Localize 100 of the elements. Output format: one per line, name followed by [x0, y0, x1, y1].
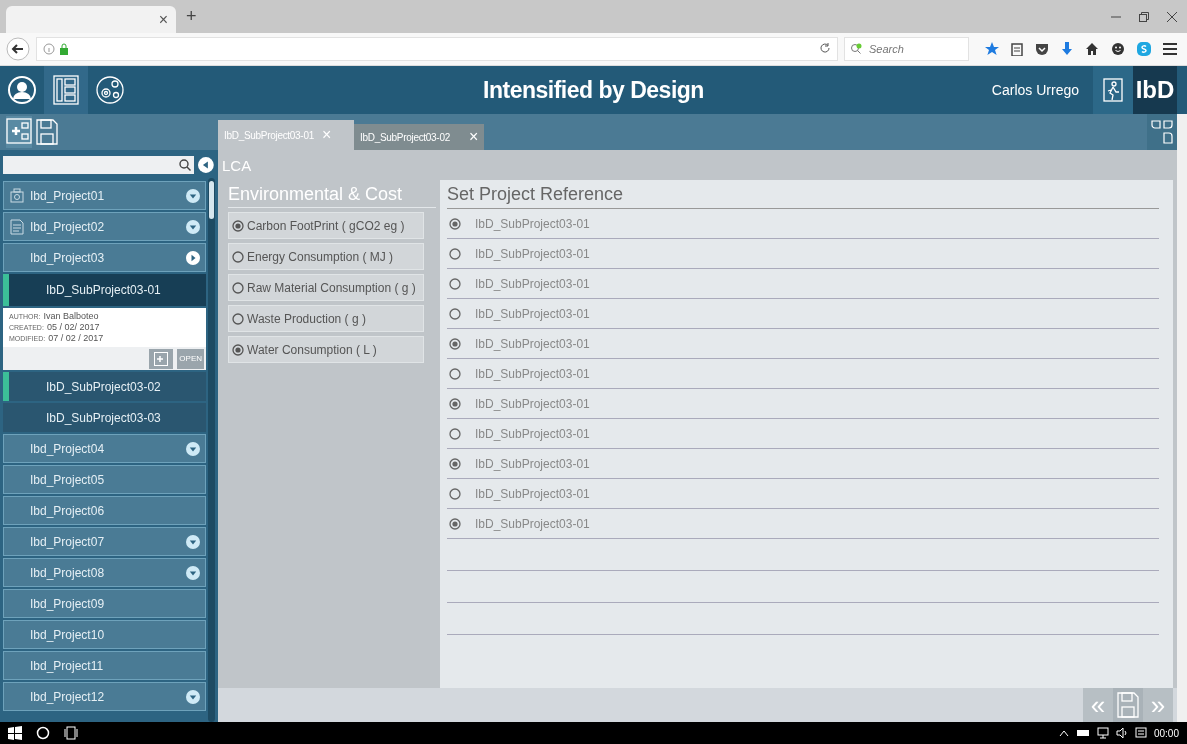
chevron-up-icon[interactable]	[1058, 729, 1069, 737]
browser-search-box[interactable]: Search	[844, 37, 969, 61]
category-option[interactable]: Raw Material Consumption ( g )	[228, 274, 424, 301]
project-item[interactable]: Ibd_Project08	[3, 558, 206, 587]
radio-icon[interactable]	[232, 250, 244, 263]
save-icon[interactable]	[36, 119, 58, 145]
category-option[interactable]: Carbon FootPrint ( gCO2 eg )	[228, 212, 424, 239]
reload-icon[interactable]	[819, 42, 831, 54]
volume-icon[interactable]	[1115, 727, 1128, 739]
section-label: LCA	[221, 155, 253, 176]
cells-icon[interactable]	[95, 75, 125, 105]
windows-start-icon[interactable]	[8, 726, 22, 740]
address-field[interactable]	[36, 37, 838, 61]
radio-icon[interactable]	[449, 517, 461, 530]
reference-label: IbD_SubProject03-01	[475, 336, 590, 351]
radio-icon[interactable]	[232, 281, 244, 294]
new-tab-button[interactable]: +	[182, 6, 201, 27]
document-tab[interactable]: IbD_SubProject03-02 ×	[354, 124, 484, 150]
notification-icon[interactable]	[1134, 727, 1147, 739]
project-item[interactable]: Ibd_Project12	[3, 682, 206, 711]
task-view-icon[interactable]	[64, 726, 78, 740]
radio-icon[interactable]	[232, 343, 244, 356]
reference-label: IbD_SubProject03-01	[475, 366, 590, 381]
page-scrollbar[interactable]	[1177, 114, 1187, 722]
project-item[interactable]: Ibd_Project07	[3, 527, 206, 556]
reference-label: IbD_SubProject03-01	[475, 486, 590, 501]
close-icon[interactable]	[1167, 11, 1177, 22]
smiley-icon[interactable]	[1111, 42, 1125, 56]
radio-icon[interactable]	[232, 219, 244, 232]
tab-close-button[interactable]: ×	[468, 128, 478, 146]
radio-icon[interactable]	[449, 427, 461, 440]
category-option[interactable]: Water Consumption ( L )	[228, 336, 424, 363]
radio-icon[interactable]	[449, 487, 461, 500]
clipboard-icon[interactable]	[1011, 42, 1023, 56]
search-icon	[179, 159, 192, 171]
radio-icon[interactable]	[449, 307, 461, 320]
project-item[interactable]: Ibd_Project05	[3, 465, 206, 494]
reference-label: IbD_SubProject03-01	[475, 276, 590, 291]
user-name: Carlos Urrego	[991, 82, 1080, 98]
open-button[interactable]: OPEN	[177, 348, 204, 369]
app-logo[interactable]: IbD	[1133, 66, 1177, 114]
download-icon[interactable]	[1061, 42, 1073, 56]
radio-icon[interactable]	[449, 247, 461, 260]
exit-icon[interactable]	[1103, 78, 1123, 102]
home-icon[interactable]	[1085, 42, 1099, 56]
equipment-icon	[9, 187, 25, 204]
project-item[interactable]: Ibd_Project03	[3, 243, 206, 272]
project-search-field[interactable]	[3, 156, 195, 174]
category-option[interactable]: Waste Production ( g )	[228, 305, 424, 332]
panel-layout-icon[interactable]	[53, 75, 79, 105]
radio-icon[interactable]	[449, 397, 461, 410]
battery-icon	[1075, 729, 1090, 737]
add-project-icon[interactable]	[6, 116, 32, 144]
collapse-sidebar-icon[interactable]	[198, 157, 214, 173]
project-item[interactable]: Ibd_Project11	[3, 651, 206, 680]
reference-label: IbD_SubProject03-01	[475, 306, 590, 321]
browser-tab[interactable]: ×	[6, 6, 176, 33]
info-icon	[43, 43, 55, 55]
clock[interactable]: 00:00	[1153, 727, 1179, 739]
project-item[interactable]: Ibd_Project01	[3, 181, 206, 210]
network-icon[interactable]	[1096, 727, 1109, 739]
cortana-icon[interactable]	[36, 726, 50, 740]
panel-heading: Set Project Reference	[447, 184, 1159, 209]
browser-search-field[interactable]: Search	[867, 42, 961, 56]
reference-label: IbD_SubProject03-01	[475, 246, 590, 261]
panel-heading: Environmental & Cost	[228, 184, 436, 208]
reference-label: IbD_SubProject03-01	[475, 396, 590, 411]
subproject-item[interactable]: IbD_SubProject03-03	[3, 403, 206, 432]
reference-label: IbD_SubProject03-01	[475, 426, 590, 441]
subproject-item[interactable]: IbD_SubProject03-02	[3, 372, 206, 401]
project-item[interactable]: Ibd_Project09	[3, 589, 206, 618]
project-item[interactable]: Ibd_Project04	[3, 434, 206, 463]
radio-icon[interactable]	[449, 217, 461, 230]
user-icon[interactable]	[7, 75, 37, 105]
document-icon	[9, 218, 25, 235]
reference-label: IbD_SubProject03-01	[475, 456, 590, 471]
restore-icon[interactable]	[1139, 11, 1149, 22]
radio-icon[interactable]	[449, 277, 461, 290]
lock-icon	[59, 43, 69, 55]
menu-icon[interactable]	[1163, 42, 1177, 56]
project-item[interactable]: Ibd_Project02	[3, 212, 206, 241]
radio-icon[interactable]	[232, 312, 244, 325]
reference-label: IbD_SubProject03-01	[475, 516, 590, 531]
layout-icon[interactable]	[1151, 120, 1173, 144]
chat-app-icon[interactable]	[1137, 42, 1151, 56]
app-title: Intensified by Design	[483, 76, 704, 103]
project-item[interactable]: Ibd_Project06	[3, 496, 206, 525]
back-icon[interactable]	[6, 37, 30, 61]
reference-label: IbD_SubProject03-01	[475, 216, 590, 231]
pocket-icon[interactable]	[1035, 42, 1049, 56]
subproject-item[interactable]: IbD_SubProject03-01	[3, 274, 206, 306]
category-option[interactable]: Energy Consumption ( MJ )	[228, 243, 424, 270]
radio-icon[interactable]	[449, 367, 461, 380]
project-item[interactable]: Ibd_Project10	[3, 620, 206, 649]
radio-icon[interactable]	[449, 457, 461, 470]
tab-close-button[interactable]: ×	[158, 10, 168, 29]
radio-icon[interactable]	[449, 337, 461, 350]
scrollbar-thumb[interactable]	[209, 181, 214, 219]
star-icon[interactable]	[985, 42, 999, 56]
search-icon	[850, 43, 864, 55]
